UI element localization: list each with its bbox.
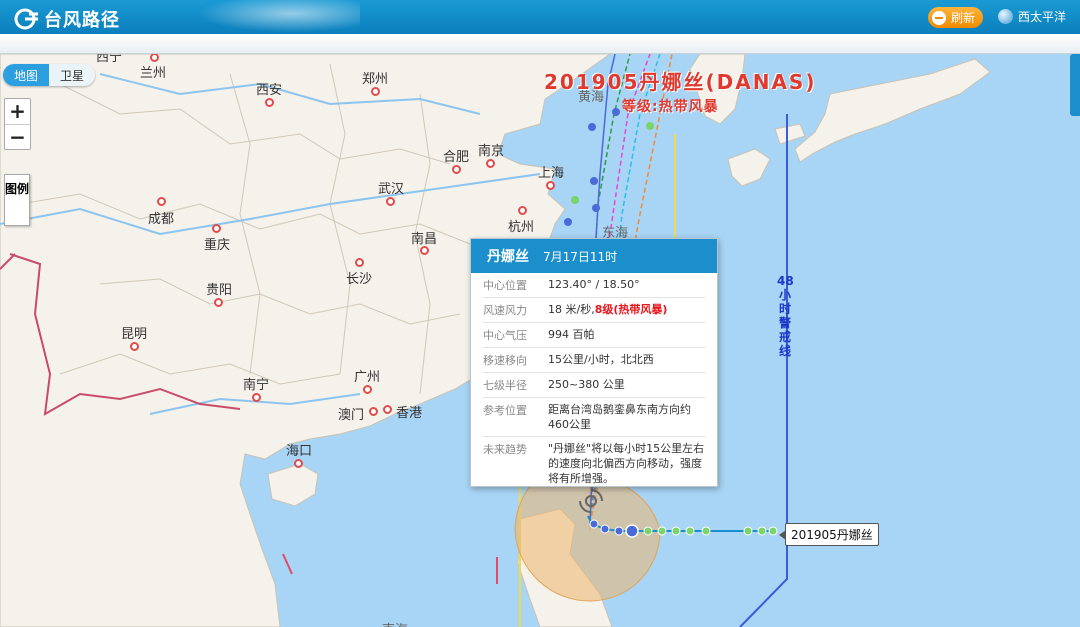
- city-label: 海口: [286, 444, 313, 459]
- app-logo: 台风路径: [14, 6, 120, 32]
- city-label: 成都: [148, 212, 175, 227]
- city-dot[interactable]: [157, 197, 166, 206]
- satellite-layer-button[interactable]: 卫星: [49, 64, 96, 86]
- typhoon-logo-icon: [14, 8, 38, 30]
- city-dot[interactable]: [265, 98, 274, 107]
- info-row: 移速移向 15公里/小时，北北西: [483, 348, 705, 373]
- typhoon-cloud-art: [190, 0, 360, 34]
- popup-header: 丹娜丝 7月17日11时: [471, 239, 717, 273]
- city-dot[interactable]: [383, 405, 392, 414]
- info-key: 参考位置: [483, 404, 527, 417]
- legend-button[interactable]: 图例: [4, 174, 30, 226]
- city-dot[interactable]: [212, 224, 221, 233]
- city-label: 澳门: [338, 408, 365, 423]
- city-dot[interactable]: [420, 246, 429, 255]
- city-dot[interactable]: [371, 87, 380, 96]
- info-row: 中心气压 994 百帕: [483, 323, 705, 348]
- info-value: 15公里/小时，北北西: [548, 353, 654, 366]
- zoom-control: + −: [4, 98, 31, 150]
- info-key: 移速移向: [483, 354, 527, 367]
- city-dot[interactable]: [452, 165, 461, 174]
- city-label: 南京: [478, 144, 505, 159]
- info-row: 风速风力 18 米/秒,8级(热带风暴): [483, 298, 705, 323]
- popup-storm-name: 丹娜丝: [487, 249, 529, 265]
- app-title: 台风路径: [44, 10, 120, 31]
- info-value: 994 百帕: [548, 328, 595, 341]
- info-value: 18 米/秒,8级(热带风暴): [548, 302, 667, 318]
- info-key: 风速风力: [483, 304, 527, 317]
- city-dot[interactable]: [369, 407, 378, 416]
- city-dot[interactable]: [486, 159, 495, 168]
- zoom-in-button[interactable]: +: [5, 99, 30, 124]
- city-label: 杭州: [508, 220, 535, 235]
- refresh-icon: [932, 10, 946, 25]
- wind-level-value: 8级(热带风暴): [594, 303, 668, 316]
- info-row: 中心位置 123.40° / 18.50°: [483, 273, 705, 298]
- refresh-label: 刷新: [951, 11, 976, 25]
- info-key: 中心气压: [483, 329, 527, 342]
- city-label: 武汉: [378, 182, 405, 197]
- layer-toggle: 地图 卫星: [3, 64, 96, 86]
- city-label: 兰州: [140, 66, 167, 81]
- wind-speed-value: 18 米/秒,: [548, 303, 595, 316]
- city-label: 香港: [396, 406, 423, 421]
- info-key: 未来趋势: [483, 443, 527, 456]
- info-value: "丹娜丝"将以每小时15公里左右的速度向北偏西方向移动，强度将有所增强。: [548, 442, 705, 485]
- city-label: 重庆: [204, 238, 231, 253]
- refresh-button[interactable]: 刷新: [928, 7, 984, 28]
- city-label: 南宁: [243, 378, 270, 393]
- info-value: 距离台湾岛鹅銮鼻东南方向约460公里: [548, 403, 691, 431]
- city-label: 西安: [256, 83, 283, 98]
- city-label: 郑州: [362, 72, 389, 87]
- city-label: 南昌: [411, 232, 438, 247]
- city-label: 昆明: [121, 327, 148, 342]
- city-label: 长沙: [346, 272, 373, 287]
- info-row: 七级半径 250~380 公里: [483, 373, 705, 398]
- info-row: 参考位置 距离台湾岛鹅銮鼻东南方向约460公里: [483, 398, 705, 437]
- city-label: 西宁: [96, 54, 123, 65]
- city-dot[interactable]: [518, 206, 527, 215]
- city-dot[interactable]: [294, 459, 303, 468]
- typhoon-map[interactable]: 西宁 兰州 西安 郑州 合肥 南京 上海 武汉 杭州 成都 重庆 长沙 南昌 贵…: [0, 54, 1080, 627]
- popup-time: 7月17日11时: [543, 249, 618, 264]
- city-dot[interactable]: [130, 342, 139, 351]
- storm-name-tag[interactable]: 201905丹娜丝: [779, 523, 879, 546]
- info-value: 123.40° / 18.50°: [548, 278, 640, 291]
- city-label: 合肥: [443, 150, 470, 165]
- storm-title: 201905丹娜丝(DANAS): [544, 70, 817, 94]
- globe-icon: [998, 9, 1013, 24]
- sea-label: 南海: [382, 619, 408, 627]
- toolbar-strip: [0, 34, 1080, 54]
- city-dot[interactable]: [386, 197, 395, 206]
- region-selector[interactable]: 西太平洋: [998, 8, 1066, 25]
- storm-info-popup: 丹娜丝 7月17日11时 中心位置 123.40° / 18.50° 风速风力 …: [470, 238, 718, 487]
- city-dot[interactable]: [355, 258, 364, 267]
- city-label: 上海: [538, 166, 565, 181]
- info-key: 七级半径: [483, 379, 527, 392]
- city-dot[interactable]: [546, 181, 555, 190]
- region-label: 西太平洋: [1018, 10, 1067, 24]
- typhoon-current-icon[interactable]: [576, 486, 606, 516]
- map-layer-button[interactable]: 地图: [3, 64, 50, 86]
- app-header: 台风路径 刷新 西太平洋: [0, 0, 1080, 34]
- city-dot[interactable]: [363, 385, 372, 394]
- storm-grade: 等级:热带风暴: [622, 99, 719, 115]
- city-dot[interactable]: [252, 393, 261, 402]
- warning-line-label: 48小时警戒线: [777, 274, 794, 358]
- zoom-out-button[interactable]: −: [5, 124, 30, 149]
- info-value: 250~380 公里: [548, 378, 625, 391]
- city-label: 贵阳: [206, 283, 233, 298]
- city-label: 广州: [354, 370, 381, 385]
- info-key: 中心位置: [483, 279, 527, 292]
- info-row: 未来趋势 "丹娜丝"将以每小时15公里左右的速度向北偏西方向移动，强度将有所增强…: [483, 437, 705, 490]
- side-panel-handle[interactable]: [1070, 54, 1080, 116]
- city-dot[interactable]: [214, 298, 223, 307]
